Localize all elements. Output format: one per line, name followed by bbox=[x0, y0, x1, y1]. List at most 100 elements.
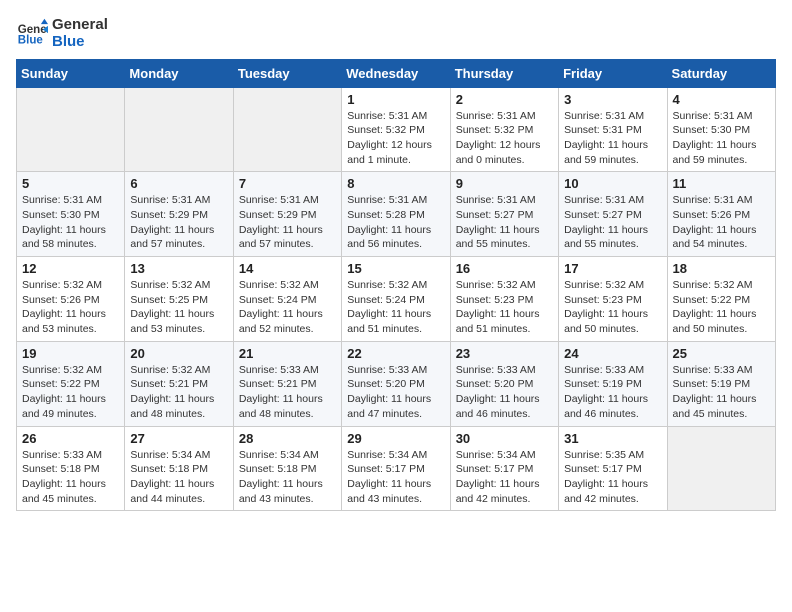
day-number: 11 bbox=[673, 176, 770, 191]
day-number: 22 bbox=[347, 346, 444, 361]
calendar-cell: 9 Sunrise: 5:31 AMSunset: 5:27 PMDaylight… bbox=[450, 172, 558, 257]
weekday-header-row: SundayMondayTuesdayWednesdayThursdayFrid… bbox=[17, 59, 776, 87]
day-info: Sunrise: 5:31 AMSunset: 5:30 PMDaylight:… bbox=[673, 109, 770, 168]
day-info: Sunrise: 5:33 AMSunset: 5:19 PMDaylight:… bbox=[673, 363, 770, 422]
day-info: Sunrise: 5:32 AMSunset: 5:24 PMDaylight:… bbox=[239, 278, 336, 337]
calendar-cell: 23 Sunrise: 5:33 AMSunset: 5:20 PMDayligh… bbox=[450, 341, 558, 426]
day-number: 17 bbox=[564, 261, 661, 276]
day-number: 12 bbox=[22, 261, 119, 276]
calendar-cell: 30Sunrise: 5:34 AMSunset: 5:17 PMDayligh… bbox=[450, 426, 558, 511]
calendar-cell: 5 Sunrise: 5:31 AMSunset: 5:30 PMDaylight… bbox=[17, 172, 125, 257]
day-number: 8 bbox=[347, 176, 444, 191]
day-info: Sunrise: 5:31 AMSunset: 5:31 PMDaylight:… bbox=[564, 109, 661, 168]
day-number: 20 bbox=[130, 346, 227, 361]
day-number: 25 bbox=[673, 346, 770, 361]
calendar-cell bbox=[667, 426, 775, 511]
svg-text:Blue: Blue bbox=[18, 35, 44, 47]
day-number: 2 bbox=[456, 92, 553, 107]
weekday-header: Sunday bbox=[17, 59, 125, 87]
day-info: Sunrise: 5:35 AMSunset: 5:17 PMDaylight:… bbox=[564, 448, 661, 507]
day-number: 28 bbox=[239, 431, 336, 446]
calendar-cell: 2Sunrise: 5:31 AMSunset: 5:32 PMDaylight… bbox=[450, 87, 558, 172]
day-number: 9 bbox=[456, 176, 553, 191]
calendar-cell: 22Sunrise: 5:33 AMSunset: 5:20 PMDayligh… bbox=[342, 341, 450, 426]
calendar-cell: 16Sunrise: 5:32 AMSunset: 5:23 PMDayligh… bbox=[450, 257, 558, 342]
calendar-table: SundayMondayTuesdayWednesdayThursdayFrid… bbox=[16, 59, 776, 512]
calendar-cell: 12 Sunrise: 5:32 AMSunset: 5:26 PMDayligh… bbox=[17, 257, 125, 342]
day-number: 26 bbox=[22, 431, 119, 446]
calendar-week-row: 26 Sunrise: 5:33 AMSunset: 5:18 PMDayligh… bbox=[17, 426, 776, 511]
day-info: Sunrise: 5:31 AMSunset: 5:30 PMDaylight:… bbox=[22, 193, 119, 252]
calendar-cell: 28 Sunrise: 5:34 AMSunset: 5:18 PMDayligh… bbox=[233, 426, 341, 511]
day-info: Sunrise: 5:32 AMSunset: 5:23 PMDaylight:… bbox=[456, 278, 553, 337]
calendar-cell: 4Sunrise: 5:31 AMSunset: 5:30 PMDaylight… bbox=[667, 87, 775, 172]
weekday-header: Wednesday bbox=[342, 59, 450, 87]
day-info: Sunrise: 5:31 AMSunset: 5:27 PMDaylight:… bbox=[456, 193, 553, 252]
day-info: Sunrise: 5:33 AMSunset: 5:20 PMDaylight:… bbox=[456, 363, 553, 422]
weekday-header: Friday bbox=[559, 59, 667, 87]
calendar-cell: 11 Sunrise: 5:31 AMSunset: 5:26 PMDayligh… bbox=[667, 172, 775, 257]
calendar-cell: 1 Sunrise: 5:31 AMSunset: 5:32 PMDaylight… bbox=[342, 87, 450, 172]
calendar-cell bbox=[233, 87, 341, 172]
weekday-header: Thursday bbox=[450, 59, 558, 87]
day-info: Sunrise: 5:32 AMSunset: 5:25 PMDaylight:… bbox=[130, 278, 227, 337]
day-info: Sunrise: 5:31 AMSunset: 5:29 PMDaylight:… bbox=[130, 193, 227, 252]
day-info: Sunrise: 5:32 AMSunset: 5:24 PMDaylight:… bbox=[347, 278, 444, 337]
day-number: 18 bbox=[673, 261, 770, 276]
logo-blue: Blue bbox=[52, 33, 108, 50]
logo-general: General bbox=[52, 16, 108, 33]
day-number: 14 bbox=[239, 261, 336, 276]
day-number: 7 bbox=[239, 176, 336, 191]
day-info: Sunrise: 5:31 AMSunset: 5:26 PMDaylight:… bbox=[673, 193, 770, 252]
calendar-cell: 20Sunrise: 5:32 AMSunset: 5:21 PMDayligh… bbox=[125, 341, 233, 426]
calendar-week-row: 12 Sunrise: 5:32 AMSunset: 5:26 PMDayligh… bbox=[17, 257, 776, 342]
day-info: Sunrise: 5:34 AMSunset: 5:18 PMDaylight:… bbox=[239, 448, 336, 507]
day-info: Sunrise: 5:32 AMSunset: 5:26 PMDaylight:… bbox=[22, 278, 119, 337]
day-info: Sunrise: 5:31 AMSunset: 5:32 PMDaylight:… bbox=[347, 109, 444, 168]
day-number: 1 bbox=[347, 92, 444, 107]
day-info: Sunrise: 5:31 AMSunset: 5:29 PMDaylight:… bbox=[239, 193, 336, 252]
day-info: Sunrise: 5:33 AMSunset: 5:19 PMDaylight:… bbox=[564, 363, 661, 422]
day-info: Sunrise: 5:32 AMSunset: 5:22 PMDaylight:… bbox=[673, 278, 770, 337]
day-number: 24 bbox=[564, 346, 661, 361]
day-number: 29 bbox=[347, 431, 444, 446]
calendar-week-row: 5 Sunrise: 5:31 AMSunset: 5:30 PMDaylight… bbox=[17, 172, 776, 257]
calendar-cell: 7 Sunrise: 5:31 AMSunset: 5:29 PMDaylight… bbox=[233, 172, 341, 257]
day-number: 30 bbox=[456, 431, 553, 446]
calendar-cell: 24 Sunrise: 5:33 AMSunset: 5:19 PMDayligh… bbox=[559, 341, 667, 426]
calendar-cell: 19Sunrise: 5:32 AMSunset: 5:22 PMDayligh… bbox=[17, 341, 125, 426]
calendar-cell: 10Sunrise: 5:31 AMSunset: 5:27 PMDayligh… bbox=[559, 172, 667, 257]
day-number: 15 bbox=[347, 261, 444, 276]
day-info: Sunrise: 5:34 AMSunset: 5:18 PMDaylight:… bbox=[130, 448, 227, 507]
calendar-cell: 17Sunrise: 5:32 AMSunset: 5:23 PMDayligh… bbox=[559, 257, 667, 342]
calendar-cell: 26 Sunrise: 5:33 AMSunset: 5:18 PMDayligh… bbox=[17, 426, 125, 511]
calendar-week-row: 19Sunrise: 5:32 AMSunset: 5:22 PMDayligh… bbox=[17, 341, 776, 426]
day-info: Sunrise: 5:34 AMSunset: 5:17 PMDaylight:… bbox=[347, 448, 444, 507]
day-info: Sunrise: 5:31 AMSunset: 5:28 PMDaylight:… bbox=[347, 193, 444, 252]
page-header: General Blue General Blue bbox=[16, 16, 776, 51]
logo: General Blue General Blue bbox=[16, 16, 108, 51]
calendar-cell: 27Sunrise: 5:34 AMSunset: 5:18 PMDayligh… bbox=[125, 426, 233, 511]
day-number: 3 bbox=[564, 92, 661, 107]
day-number: 5 bbox=[22, 176, 119, 191]
calendar-cell: 25 Sunrise: 5:33 AMSunset: 5:19 PMDayligh… bbox=[667, 341, 775, 426]
day-info: Sunrise: 5:33 AMSunset: 5:21 PMDaylight:… bbox=[239, 363, 336, 422]
day-number: 23 bbox=[456, 346, 553, 361]
calendar-cell: 13Sunrise: 5:32 AMSunset: 5:25 PMDayligh… bbox=[125, 257, 233, 342]
calendar-cell bbox=[17, 87, 125, 172]
calendar-cell: 21Sunrise: 5:33 AMSunset: 5:21 PMDayligh… bbox=[233, 341, 341, 426]
weekday-header: Saturday bbox=[667, 59, 775, 87]
calendar-cell: 15 Sunrise: 5:32 AMSunset: 5:24 PMDayligh… bbox=[342, 257, 450, 342]
day-number: 6 bbox=[130, 176, 227, 191]
calendar-cell: 6 Sunrise: 5:31 AMSunset: 5:29 PMDaylight… bbox=[125, 172, 233, 257]
calendar-cell: 14 Sunrise: 5:32 AMSunset: 5:24 PMDayligh… bbox=[233, 257, 341, 342]
logo-icon: General Blue bbox=[16, 17, 48, 49]
calendar-cell: 18 Sunrise: 5:32 AMSunset: 5:22 PMDayligh… bbox=[667, 257, 775, 342]
calendar-cell: 31 Sunrise: 5:35 AMSunset: 5:17 PMDayligh… bbox=[559, 426, 667, 511]
day-number: 10 bbox=[564, 176, 661, 191]
day-info: Sunrise: 5:33 AMSunset: 5:18 PMDaylight:… bbox=[22, 448, 119, 507]
day-number: 31 bbox=[564, 431, 661, 446]
calendar-cell: 3 Sunrise: 5:31 AMSunset: 5:31 PMDaylight… bbox=[559, 87, 667, 172]
calendar-cell: 29 Sunrise: 5:34 AMSunset: 5:17 PMDayligh… bbox=[342, 426, 450, 511]
day-number: 19 bbox=[22, 346, 119, 361]
